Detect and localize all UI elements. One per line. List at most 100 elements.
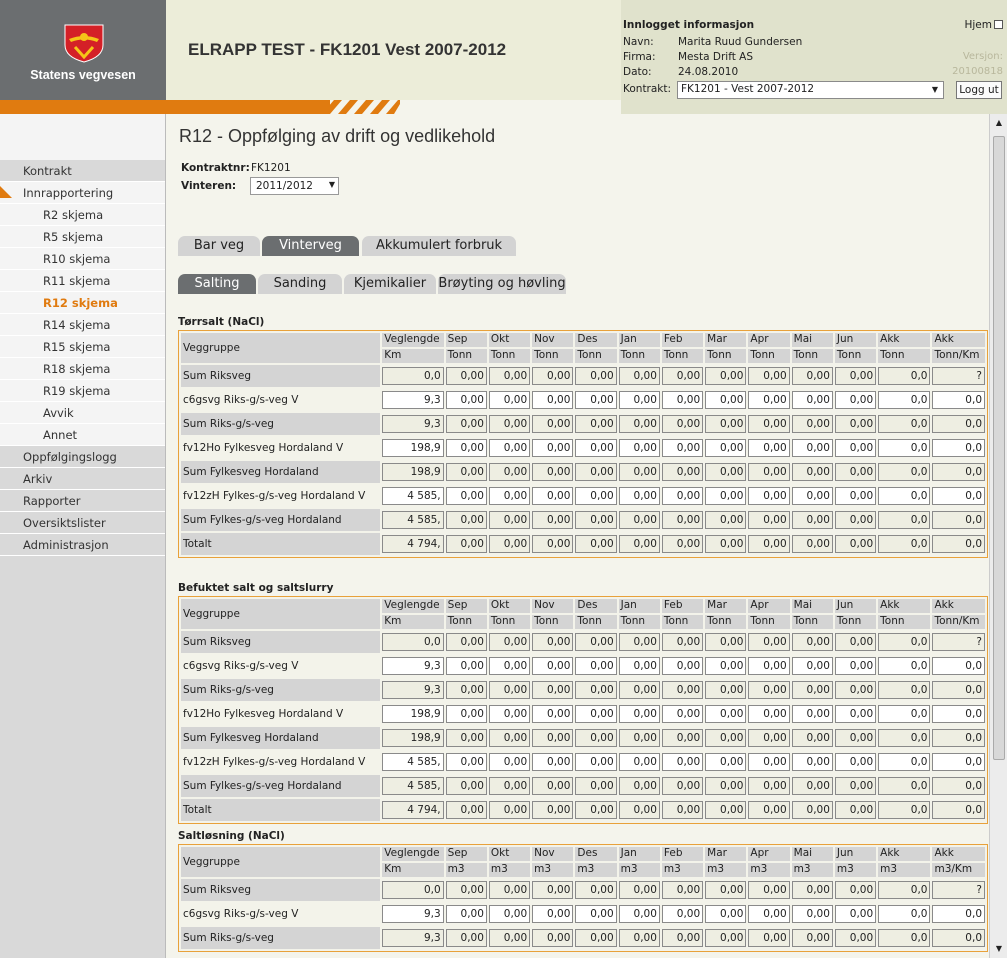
month-value-field[interactable]: 0,00 bbox=[488, 905, 531, 923]
accumulated-per-km-field[interactable]: 0,0 bbox=[932, 391, 985, 409]
month-value-field[interactable]: 0,00 bbox=[575, 439, 617, 457]
tab-vinterveg[interactable]: Vinterveg bbox=[262, 236, 359, 256]
tab-kjemikalier[interactable]: Kjemikalier bbox=[344, 274, 436, 294]
month-value-field[interactable]: 0,00 bbox=[445, 753, 487, 771]
month-value-field[interactable]: 0,00 bbox=[791, 487, 833, 505]
month-value-field[interactable]: 0,00 bbox=[618, 705, 660, 723]
length-field[interactable]: 4 585, bbox=[382, 487, 444, 505]
month-value-field[interactable]: 0,00 bbox=[532, 657, 574, 675]
month-value-field[interactable]: 0,00 bbox=[532, 705, 574, 723]
sidebar-item-r11-skjema[interactable]: R11 skjema bbox=[0, 270, 165, 292]
contract-select[interactable]: FK1201 - Vest 2007-2012 ▼ bbox=[677, 81, 944, 99]
accumulated-per-km-field[interactable]: 0,0 bbox=[932, 657, 985, 675]
month-value-field[interactable]: 0,00 bbox=[791, 657, 833, 675]
accumulated-per-km-field[interactable]: 0,0 bbox=[932, 705, 985, 723]
sidebar-item-oversiktslister[interactable]: Oversiktslister bbox=[0, 512, 165, 534]
month-value-field[interactable]: 0,00 bbox=[748, 753, 790, 771]
month-value-field[interactable]: 0,00 bbox=[748, 905, 790, 923]
month-value-field[interactable]: 0,00 bbox=[575, 657, 617, 675]
sidebar-item-annet[interactable]: Annet bbox=[0, 424, 165, 446]
month-value-field[interactable]: 0,00 bbox=[488, 487, 531, 505]
accumulated-per-km-field[interactable]: 0,0 bbox=[932, 487, 985, 505]
sidebar-item-r10-skjema[interactable]: R10 skjema bbox=[0, 248, 165, 270]
accumulated-field[interactable]: 0,0 bbox=[878, 905, 931, 923]
month-value-field[interactable]: 0,00 bbox=[488, 705, 531, 723]
month-value-field[interactable]: 0,00 bbox=[618, 439, 660, 457]
sidebar-item-r5-skjema[interactable]: R5 skjema bbox=[0, 226, 165, 248]
month-value-field[interactable]: 0,00 bbox=[488, 439, 531, 457]
length-field[interactable]: 9,3 bbox=[382, 391, 444, 409]
month-value-field[interactable]: 0,00 bbox=[791, 905, 833, 923]
sidebar-item-administrasjon[interactable]: Administrasjon bbox=[0, 534, 165, 556]
sidebar-item-r15-skjema[interactable]: R15 skjema bbox=[0, 336, 165, 358]
accumulated-field[interactable]: 0,0 bbox=[878, 391, 931, 409]
month-value-field[interactable]: 0,00 bbox=[532, 391, 574, 409]
sidebar-item-oppfølgingslogg[interactable]: Oppfølgingslogg bbox=[0, 446, 165, 468]
accumulated-per-km-field[interactable]: 0,0 bbox=[932, 753, 985, 771]
month-value-field[interactable]: 0,00 bbox=[618, 487, 660, 505]
length-field[interactable]: 9,3 bbox=[382, 657, 444, 675]
month-value-field[interactable]: 0,00 bbox=[575, 487, 617, 505]
scroll-down-icon[interactable]: ▼ bbox=[990, 940, 1007, 958]
month-value-field[interactable]: 0,00 bbox=[445, 487, 487, 505]
length-field[interactable]: 198,9 bbox=[382, 705, 444, 723]
month-value-field[interactable]: 0,00 bbox=[532, 439, 574, 457]
month-value-field[interactable]: 0,00 bbox=[705, 905, 747, 923]
month-value-field[interactable]: 0,00 bbox=[705, 753, 747, 771]
month-value-field[interactable]: 0,00 bbox=[834, 391, 877, 409]
accumulated-per-km-field[interactable]: 0,0 bbox=[932, 905, 985, 923]
month-value-field[interactable]: 0,00 bbox=[445, 705, 487, 723]
sidebar-item-innrapportering[interactable]: Innrapportering bbox=[0, 182, 165, 204]
month-value-field[interactable]: 0,00 bbox=[834, 905, 877, 923]
month-value-field[interactable]: 0,00 bbox=[575, 905, 617, 923]
month-value-field[interactable]: 0,00 bbox=[532, 753, 574, 771]
month-value-field[interactable]: 0,00 bbox=[834, 657, 877, 675]
length-field[interactable]: 4 585, bbox=[382, 753, 444, 771]
month-value-field[interactable]: 0,00 bbox=[705, 439, 747, 457]
month-value-field[interactable]: 0,00 bbox=[748, 705, 790, 723]
tab-akkumulert-forbruk[interactable]: Akkumulert forbruk bbox=[362, 236, 516, 256]
month-value-field[interactable]: 0,00 bbox=[661, 657, 704, 675]
month-value-field[interactable]: 0,00 bbox=[791, 753, 833, 771]
tab-brøyting-og-høvling[interactable]: Brøyting og høvling bbox=[438, 274, 566, 294]
accumulated-field[interactable]: 0,0 bbox=[878, 487, 931, 505]
month-value-field[interactable]: 0,00 bbox=[618, 657, 660, 675]
accumulated-field[interactable]: 0,0 bbox=[878, 439, 931, 457]
month-value-field[interactable]: 0,00 bbox=[661, 753, 704, 771]
month-value-field[interactable]: 0,00 bbox=[661, 905, 704, 923]
month-value-field[interactable]: 0,00 bbox=[445, 439, 487, 457]
tab-salting[interactable]: Salting bbox=[178, 274, 256, 294]
accumulated-field[interactable]: 0,0 bbox=[878, 753, 931, 771]
tab-sanding[interactable]: Sanding bbox=[258, 274, 342, 294]
accumulated-field[interactable]: 0,0 bbox=[878, 705, 931, 723]
accumulated-field[interactable]: 0,0 bbox=[878, 657, 931, 675]
sidebar-item-r19-skjema[interactable]: R19 skjema bbox=[0, 380, 165, 402]
sidebar-item-r12-skjema[interactable]: R12 skjema bbox=[0, 292, 165, 314]
month-value-field[interactable]: 0,00 bbox=[445, 905, 487, 923]
tab-bar-veg[interactable]: Bar veg bbox=[178, 236, 260, 256]
month-value-field[interactable]: 0,00 bbox=[705, 487, 747, 505]
sidebar-item-r18-skjema[interactable]: R18 skjema bbox=[0, 358, 165, 380]
month-value-field[interactable]: 0,00 bbox=[791, 391, 833, 409]
length-field[interactable]: 9,3 bbox=[382, 905, 444, 923]
month-value-field[interactable]: 0,00 bbox=[705, 705, 747, 723]
month-value-field[interactable]: 0,00 bbox=[618, 905, 660, 923]
month-value-field[interactable]: 0,00 bbox=[532, 905, 574, 923]
month-value-field[interactable]: 0,00 bbox=[661, 439, 704, 457]
month-value-field[interactable]: 0,00 bbox=[748, 391, 790, 409]
logo[interactable]: Statens vegvesen bbox=[0, 0, 166, 100]
month-value-field[interactable]: 0,00 bbox=[661, 391, 704, 409]
scroll-up-icon[interactable]: ▲ bbox=[990, 114, 1007, 132]
sidebar-item-kontrakt[interactable]: Kontrakt bbox=[0, 160, 165, 182]
month-value-field[interactable]: 0,00 bbox=[488, 753, 531, 771]
winter-select[interactable]: 2011/2012 ▼ bbox=[250, 177, 339, 195]
month-value-field[interactable]: 0,00 bbox=[834, 487, 877, 505]
month-value-field[interactable]: 0,00 bbox=[575, 705, 617, 723]
length-field[interactable]: 198,9 bbox=[382, 439, 444, 457]
month-value-field[interactable]: 0,00 bbox=[834, 705, 877, 723]
month-value-field[interactable]: 0,00 bbox=[445, 657, 487, 675]
vertical-scrollbar[interactable]: ▲ ▼ bbox=[989, 114, 1007, 958]
month-value-field[interactable]: 0,00 bbox=[834, 439, 877, 457]
month-value-field[interactable]: 0,00 bbox=[791, 439, 833, 457]
sidebar-item-rapporter[interactable]: Rapporter bbox=[0, 490, 165, 512]
